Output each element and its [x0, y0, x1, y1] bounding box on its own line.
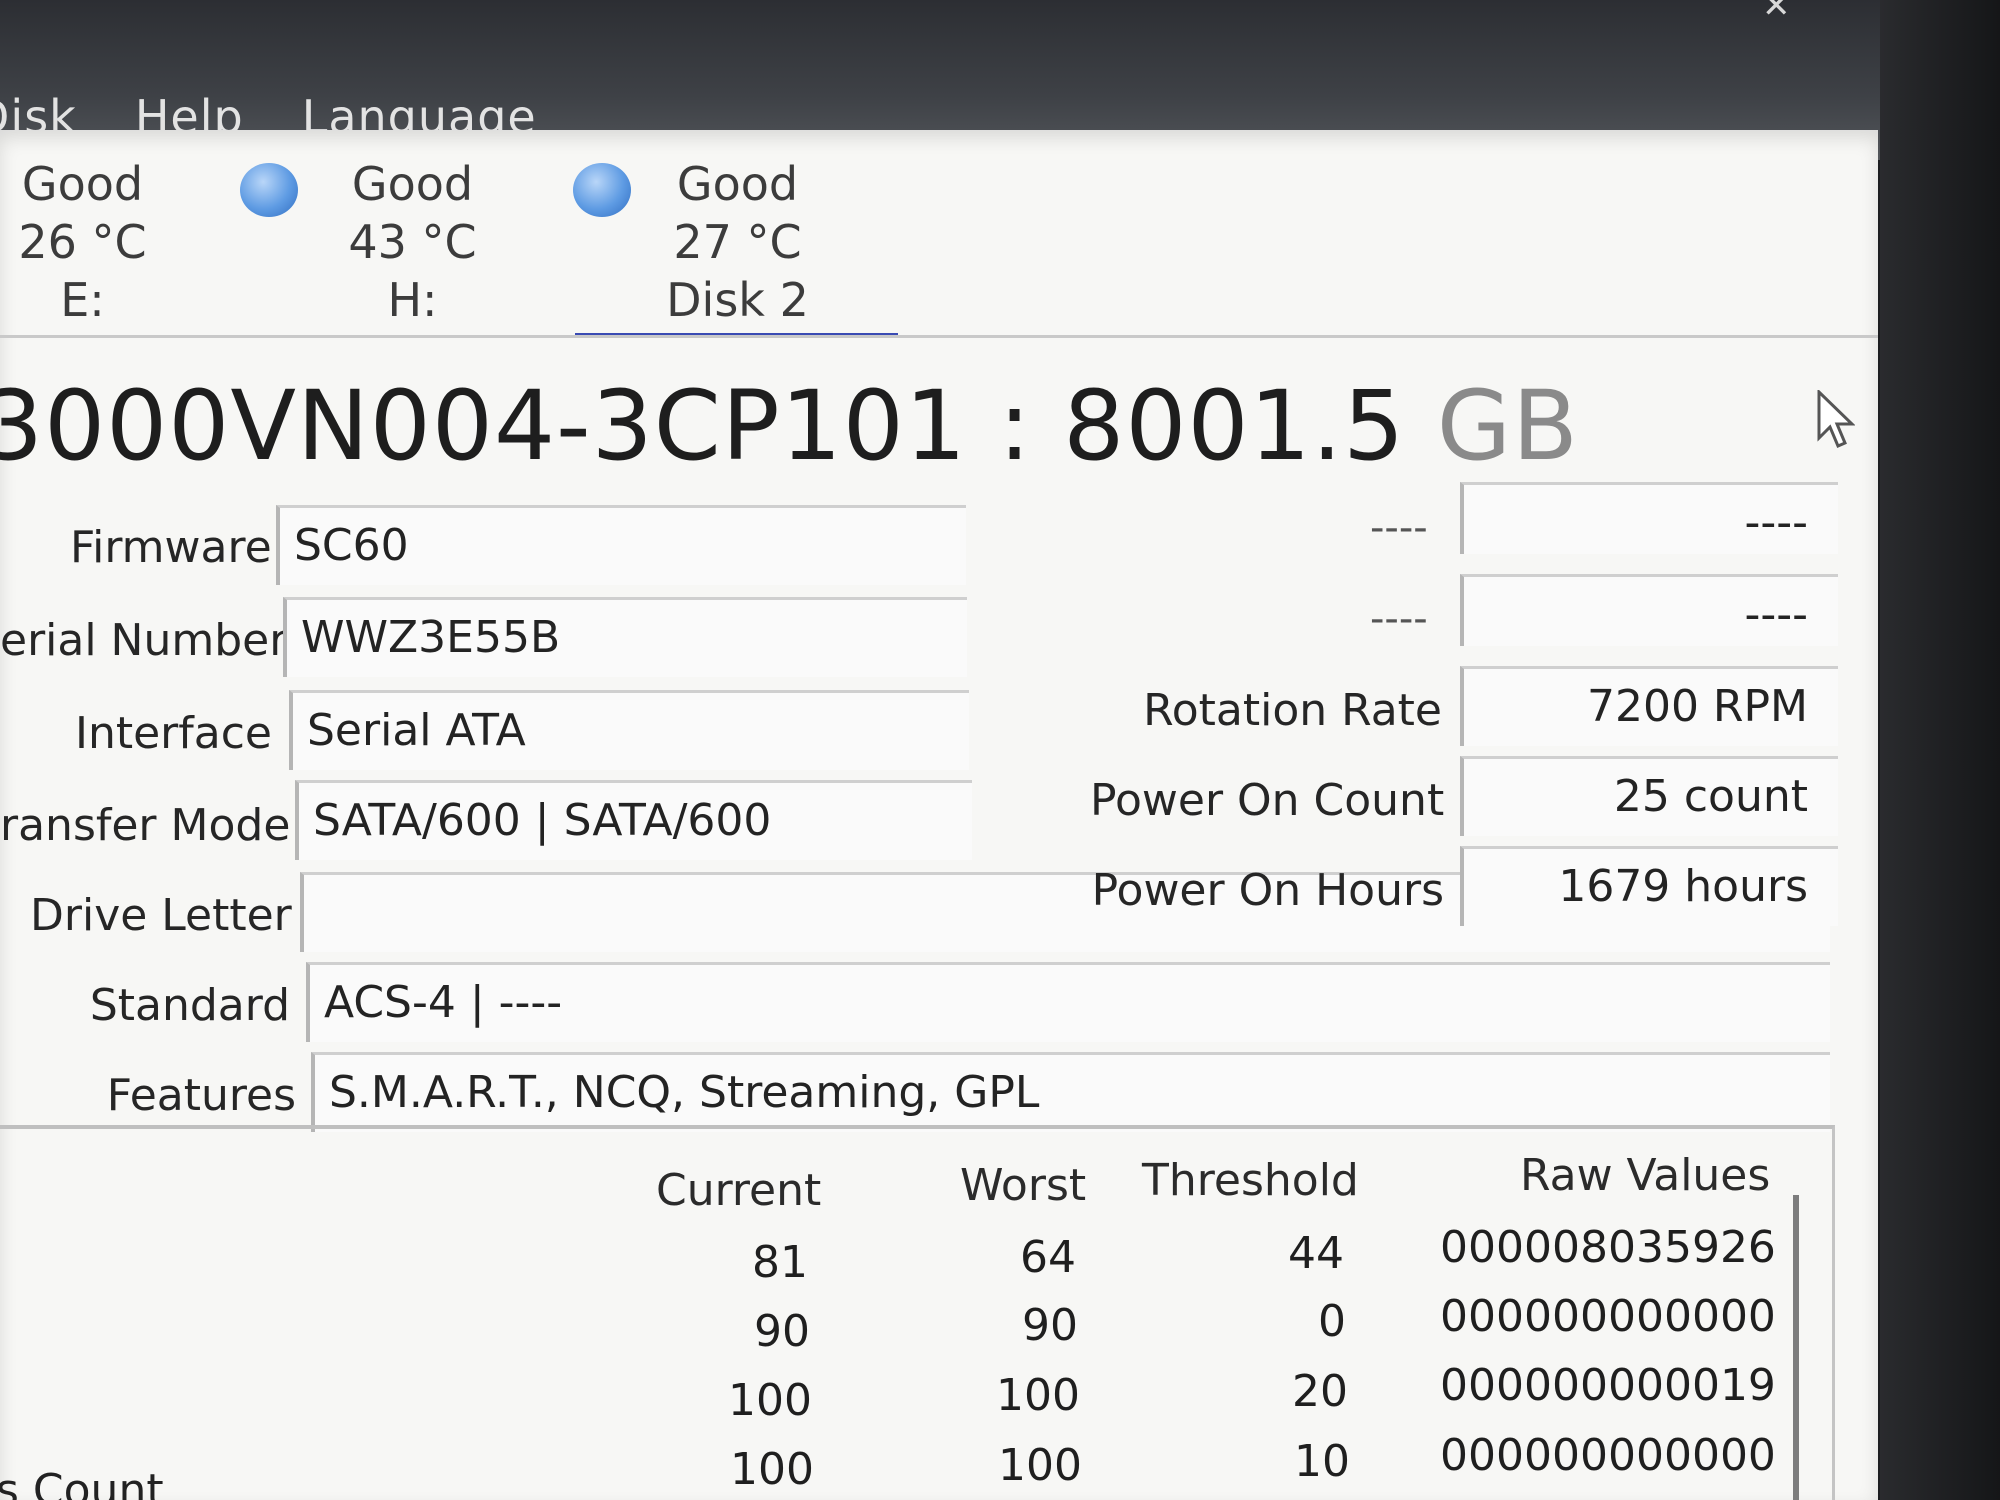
- cell-worst: 100: [998, 1440, 1082, 1491]
- table-scrollbar[interactable]: [1793, 1195, 1799, 1500]
- disk-health: Good: [676, 157, 799, 211]
- unknown-field-value-1: ----: [1460, 482, 1838, 554]
- cell-worst: 90: [1022, 1300, 1078, 1351]
- cell-current: 100: [728, 1375, 812, 1426]
- close-icon[interactable]: ✕: [1762, 0, 1791, 26]
- cell-raw: 000000000019: [1440, 1360, 1776, 1411]
- cell-current: 90: [754, 1306, 810, 1357]
- drive-letter-label: Drive Letter: [30, 890, 292, 941]
- cell-current: 100: [730, 1444, 814, 1495]
- cell-worst: 64: [1020, 1232, 1076, 1283]
- health-status-icon: [573, 163, 631, 217]
- cell-raw: 000000000000: [1440, 1291, 1776, 1342]
- unknown-field-label-1: ----: [1370, 505, 1428, 551]
- disk-label: Disk 2: [666, 273, 809, 327]
- attribute-name-partial: s Count: [0, 1465, 164, 1500]
- rotation-rate-label: Rotation Rate: [1143, 685, 1442, 736]
- standard-label: Standard: [89, 980, 290, 1031]
- disk-button-h[interactable]: Good 43 °C H:: [240, 155, 485, 329]
- column-header-raw-values[interactable]: Raw Values: [1520, 1150, 1770, 1201]
- disk-temperature: 27 °C: [673, 215, 802, 269]
- rotation-rate-value: 7200 RPM: [1460, 666, 1838, 746]
- disk-model-title: 3000VN004-3CP101 : 8001.5 GB: [0, 370, 1579, 482]
- firmware-value: SC60: [276, 505, 966, 585]
- screen-bezel-right: [1880, 0, 2000, 1500]
- unknown-field-label-2: ----: [1370, 596, 1428, 642]
- disk-status-row: Good 26 °C E: Good 43 °C H: Good 27 °C D…: [0, 155, 1878, 345]
- disk-temperature: 43 °C: [348, 215, 477, 269]
- transfer-mode-label: ransfer Mode: [0, 800, 291, 851]
- disk-temperature: 26 °C: [18, 215, 147, 269]
- features-label: Features: [106, 1070, 296, 1121]
- unknown-field-value-2: ----: [1460, 574, 1838, 646]
- serial-number-value: WWZ3E55B: [283, 597, 967, 677]
- power-on-count-label: Power On Count: [1090, 775, 1445, 826]
- firmware-label: Firmware: [70, 522, 272, 573]
- features-value: S.M.A.R.T., NCQ, Streaming, GPL: [311, 1052, 1830, 1132]
- disk-health: Good: [351, 157, 474, 211]
- interface-value: Serial ATA: [289, 690, 969, 770]
- power-on-count-value: 25 count: [1460, 756, 1838, 836]
- mouse-cursor-icon: [1817, 390, 1855, 448]
- cell-threshold: 10: [1294, 1436, 1350, 1487]
- disk-label: H:: [387, 273, 438, 327]
- power-on-hours-label: Power On Hours: [1091, 865, 1444, 916]
- cell-current: 81: [752, 1237, 808, 1288]
- interface-label: Interface: [75, 708, 272, 759]
- health-status-icon: [240, 163, 298, 217]
- column-header-worst[interactable]: Worst: [960, 1160, 1086, 1211]
- model-name: 3000VN004-3CP101 : 8001.5: [0, 370, 1406, 482]
- transfer-mode-value: SATA/600 | SATA/600: [295, 780, 972, 860]
- cell-raw: 000008035926: [1440, 1222, 1776, 1273]
- cell-threshold: 44: [1288, 1228, 1344, 1279]
- cell-raw: 000000000000: [1440, 1430, 1776, 1481]
- disk-button-disk-2[interactable]: Good 27 °C Disk 2: [573, 155, 898, 338]
- disk-label: E:: [60, 273, 105, 327]
- cell-worst: 100: [996, 1370, 1080, 1421]
- column-header-threshold[interactable]: Threshold: [1142, 1155, 1359, 1206]
- power-on-hours-value: 1679 hours: [1460, 846, 1838, 926]
- standard-value: ACS-4 | ----: [306, 962, 1830, 1042]
- column-header-current[interactable]: Current: [656, 1165, 821, 1216]
- capacity-unit: GB: [1436, 370, 1579, 482]
- disk-button-e[interactable]: Good 26 °C E:: [10, 155, 155, 329]
- cell-threshold: 20: [1292, 1366, 1348, 1417]
- divider: [0, 335, 1878, 338]
- serial-number-label: erial Number: [0, 615, 288, 666]
- cell-threshold: 0: [1318, 1296, 1346, 1347]
- disk-health: Good: [21, 157, 144, 211]
